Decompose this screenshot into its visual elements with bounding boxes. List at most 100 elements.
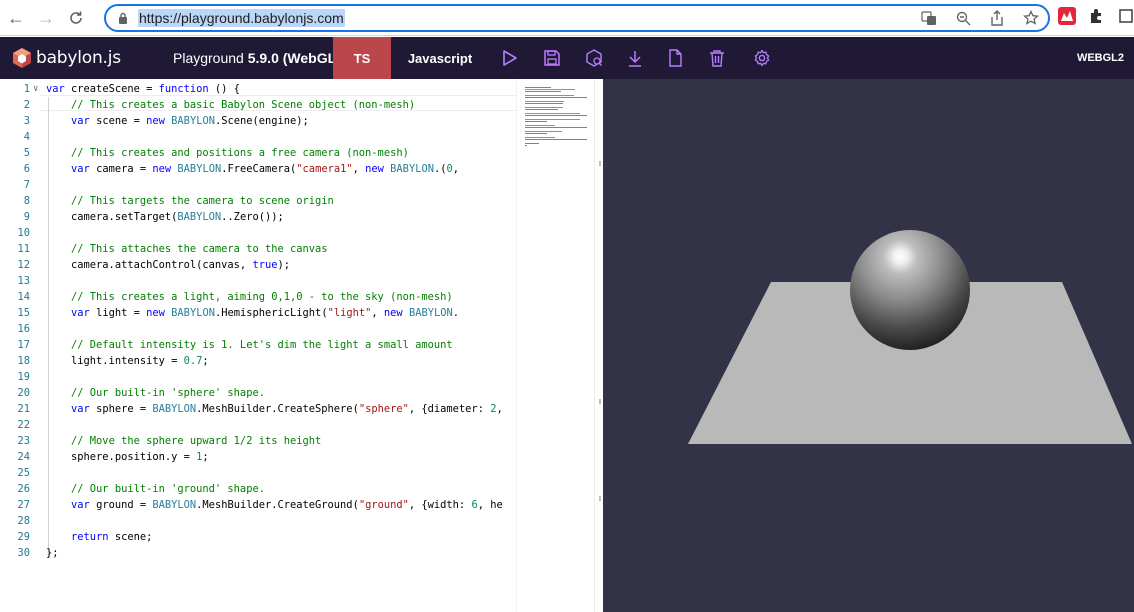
line-code: // Default intensity is 1. Let's dim the… [71, 339, 453, 351]
minimap-line [525, 119, 580, 120]
minimap-line [525, 87, 551, 88]
line-code: var createScene = function () { [46, 83, 240, 95]
fold-chevron-icon[interactable]: ∨ [33, 81, 43, 97]
code-line[interactable]: 2 // This creates a basic Babylon Scene … [0, 97, 516, 113]
code-line[interactable]: 8 // This targets the camera to scene or… [0, 193, 516, 209]
code-editor[interactable]: 1 ∨ var createScene = function () {2 // Th… [0, 79, 603, 612]
line-code: // Our built-in 'sphere' shape. [71, 387, 265, 399]
line-number: 24 [17, 451, 30, 463]
line-number: 5 [23, 147, 30, 159]
save-icon[interactable] [541, 47, 563, 69]
code-line[interactable]: 30}; [0, 545, 516, 561]
sphere-mesh [850, 230, 970, 350]
code-line[interactable]: 14 // This creates a light, aiming 0,1,0… [0, 289, 516, 305]
url-text[interactable]: https://playground.babylonjs.com [138, 9, 345, 27]
vertical-scrollbar[interactable] [594, 79, 603, 612]
code-line[interactable]: 27 var ground = BABYLON.MeshBuilder.Crea… [0, 497, 516, 513]
inspector-icon[interactable] [583, 47, 605, 69]
puzzle-extensions-icon[interactable] [1086, 6, 1106, 26]
line-code: // This creates and positions a free cam… [71, 147, 409, 159]
new-file-icon[interactable] [664, 47, 686, 69]
code-line[interactable]: 6 var camera = new BABYLON.FreeCamera("c… [0, 161, 516, 177]
line-number: 10 [17, 227, 30, 239]
share-icon[interactable] [988, 9, 1006, 27]
minimap-line [525, 89, 575, 90]
settings-icon[interactable] [751, 47, 773, 69]
line-number: 12 [17, 259, 30, 271]
line-number: 22 [17, 419, 30, 431]
line-number: 15 [17, 307, 30, 319]
clear-icon[interactable] [706, 47, 728, 69]
code-line[interactable]: 5 // This creates and positions a free c… [0, 145, 516, 161]
code-line[interactable]: 20 // Our built-in 'sphere' shape. [0, 385, 516, 401]
code-line[interactable]: 23 // Move the sphere upward 1/2 its hei… [0, 433, 516, 449]
line-code: // This attaches the camera to the canva… [71, 243, 328, 255]
minimap-line [525, 97, 587, 98]
line-code: camera.attachControl(canvas, true); [46, 259, 290, 271]
babylon-logo-icon [13, 48, 31, 68]
red-extension-icon[interactable] [1058, 7, 1076, 25]
code-line[interactable]: 18 light.intensity = 0.7; [0, 353, 516, 369]
line-code: // Move the sphere upward 1/2 its height [71, 435, 322, 447]
download-icon[interactable] [624, 47, 646, 69]
line-code: var scene = new BABYLON.Scene(engine); [71, 115, 309, 127]
code-line[interactable]: 9 camera.setTarget(BABYLON..Zero()); [0, 209, 516, 225]
line-number: 26 [17, 483, 30, 495]
line-number: 30 [17, 547, 30, 559]
code-line[interactable]: 3 var scene = new BABYLON.Scene(engine); [0, 113, 516, 129]
line-number: 11 [17, 243, 30, 255]
code-line[interactable]: 7 [0, 177, 516, 193]
typescript-tab[interactable]: TS [333, 37, 391, 79]
code-line[interactable]: 10 [0, 225, 516, 241]
line-number: 9 [23, 211, 30, 223]
code-area[interactable]: 1 ∨ var createScene = function () {2 // Th… [0, 79, 516, 612]
code-line[interactable]: 26 // Our built-in 'ground' shape. [0, 481, 516, 497]
back-arrow-icon[interactable]: ← [4, 6, 28, 30]
code-line[interactable]: 11 // This attaches the camera to the ca… [0, 241, 516, 257]
code-line[interactable]: 17 // Default intensity is 1. Let's dim … [0, 337, 516, 353]
code-line[interactable]: 13 [0, 273, 516, 289]
minimap-line [525, 103, 563, 104]
sidebar-icon[interactable] [1116, 6, 1134, 26]
translate-icon[interactable] [920, 9, 938, 27]
scene-render [688, 230, 1132, 444]
code-line[interactable]: 22 [0, 417, 516, 433]
code-line[interactable]: 1 ∨ var createScene = function () { [0, 81, 516, 97]
minimap-line [525, 143, 539, 144]
code-line[interactable]: 16 [0, 321, 516, 337]
minimap-line [525, 115, 587, 116]
line-code: // Our built-in 'ground' shape. [71, 483, 265, 495]
forward-arrow-icon[interactable]: → [34, 6, 58, 30]
bookmark-star-icon[interactable] [1022, 9, 1040, 27]
line-number: 2 [23, 99, 30, 111]
minimap-line [525, 133, 547, 134]
playground-version-title: Playground 5.9.0 (WebGL2) [173, 50, 349, 66]
run-icon[interactable] [499, 47, 521, 69]
code-minimap[interactable] [516, 79, 594, 612]
code-line[interactable]: 28 [0, 513, 516, 529]
minimap-line [525, 137, 555, 138]
javascript-tab[interactable]: Javascript [391, 37, 489, 79]
line-number: 7 [23, 179, 30, 191]
code-line[interactable]: 19 [0, 369, 516, 385]
line-code: light.intensity = 0.7; [46, 355, 209, 367]
code-line[interactable]: 15 var light = new BABYLON.HemisphericLi… [0, 305, 516, 321]
render-canvas[interactable] [603, 79, 1134, 612]
code-line[interactable]: 25 [0, 465, 516, 481]
code-line[interactable]: 24 sphere.position.y = 1; [0, 449, 516, 465]
code-line[interactable]: 29 return scene; [0, 529, 516, 545]
line-number: 20 [17, 387, 30, 399]
line-number: 18 [17, 355, 30, 367]
code-line[interactable]: 21 var sphere = BABYLON.MeshBuilder.Crea… [0, 401, 516, 417]
address-bar[interactable]: https://playground.babylonjs.com [104, 4, 1050, 32]
code-line[interactable]: 4 [0, 129, 516, 145]
babylon-logo[interactable]: babylon.js [11, 37, 121, 79]
zoom-icon[interactable] [954, 9, 972, 27]
code-line[interactable]: 12 camera.attachControl(canvas, true); [0, 257, 516, 273]
line-number: 3 [23, 115, 30, 127]
reload-icon[interactable] [64, 6, 88, 30]
lock-icon[interactable] [116, 11, 130, 25]
line-code: camera.setTarget(BABYLON..Zero()); [46, 211, 284, 223]
line-number: 17 [17, 339, 30, 351]
minimap-line [525, 125, 555, 126]
